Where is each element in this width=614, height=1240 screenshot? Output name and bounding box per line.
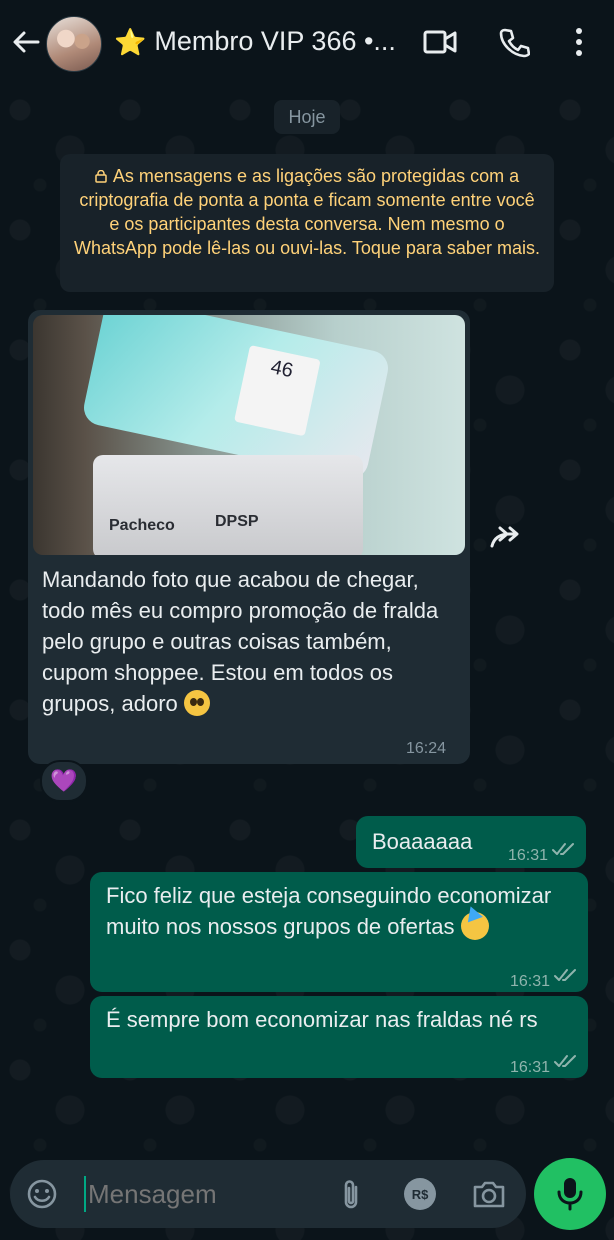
read-receipt-icon <box>554 1055 576 1067</box>
outgoing-message-bubble[interactable]: É sempre bom economizar nas fraldas né r… <box>90 996 588 1078</box>
outgoing-message-bubble[interactable]: Boaaaaaa 16:31 <box>356 816 586 868</box>
shipping-bag-image: Pacheco DPSP <box>93 455 363 555</box>
forward-icon[interactable] <box>486 520 526 554</box>
chat-title[interactable]: ⭐ Membro VIP 366 •... <box>114 26 396 57</box>
message-time: 16:31 <box>509 973 550 990</box>
message-text: É sempre bom economizar nas fraldas né r… <box>106 1007 538 1032</box>
payment-label: R$ <box>411 1186 429 1202</box>
payment-icon[interactable]: R$ <box>404 1178 436 1210</box>
mic-button[interactable] <box>534 1158 606 1230</box>
reaction-badge[interactable]: 💜 <box>40 760 88 802</box>
message-time: 16:24 <box>406 740 447 757</box>
pleading-face-emoji-icon <box>183 690 210 716</box>
outgoing-message-bubble[interactable]: Fico feliz que esteja conseguindo econom… <box>90 872 588 992</box>
caption-text: Mandando foto que acabou de chegar, todo… <box>42 567 439 716</box>
encryption-notice-text: As mensagens e as ligações são protegida… <box>74 166 540 258</box>
mic-icon <box>557 1178 583 1211</box>
message-time: 16:31 <box>507 847 548 864</box>
group-name: Membro VIP 366 •... <box>154 26 396 56</box>
bag-brand-right: DPSP <box>215 513 259 530</box>
emoji-icon[interactable] <box>26 1178 58 1210</box>
message-composer <box>10 1160 526 1228</box>
party-face-emoji-icon <box>460 912 489 940</box>
purple-heart-icon: 💜 <box>50 768 78 793</box>
message-input[interactable] <box>86 1178 330 1211</box>
chat-header: ⭐ Membro VIP 366 •... <box>0 0 614 88</box>
camera-icon[interactable] <box>472 1178 506 1210</box>
attach-icon[interactable] <box>338 1178 364 1212</box>
video-call-icon[interactable] <box>422 26 458 58</box>
star-icon: ⭐ <box>114 26 147 57</box>
bag-brand-left: Pacheco <box>109 517 175 534</box>
voice-call-icon[interactable] <box>498 26 530 58</box>
read-receipt-icon <box>554 969 576 981</box>
date-separator: Hoje <box>274 100 340 134</box>
avatar[interactable] <box>46 16 102 72</box>
incoming-message-bubble[interactable]: 46 Pacheco DPSP Mandando foto que acabou… <box>28 310 470 764</box>
message-text: Boaaaaaa <box>372 829 473 854</box>
message-caption: Mandando foto que acabou de chegar, todo… <box>42 564 462 719</box>
lock-icon <box>95 170 107 183</box>
read-receipt-icon <box>552 843 574 855</box>
message-time: 16:31 <box>509 1059 550 1076</box>
back-arrow-icon[interactable] <box>10 26 42 58</box>
message-photo[interactable]: 46 Pacheco DPSP <box>33 315 465 555</box>
package-label-number: 46 <box>234 345 321 437</box>
more-options-icon[interactable] <box>568 26 590 58</box>
encryption-notice[interactable]: As mensagens e as ligações são protegida… <box>60 154 554 292</box>
